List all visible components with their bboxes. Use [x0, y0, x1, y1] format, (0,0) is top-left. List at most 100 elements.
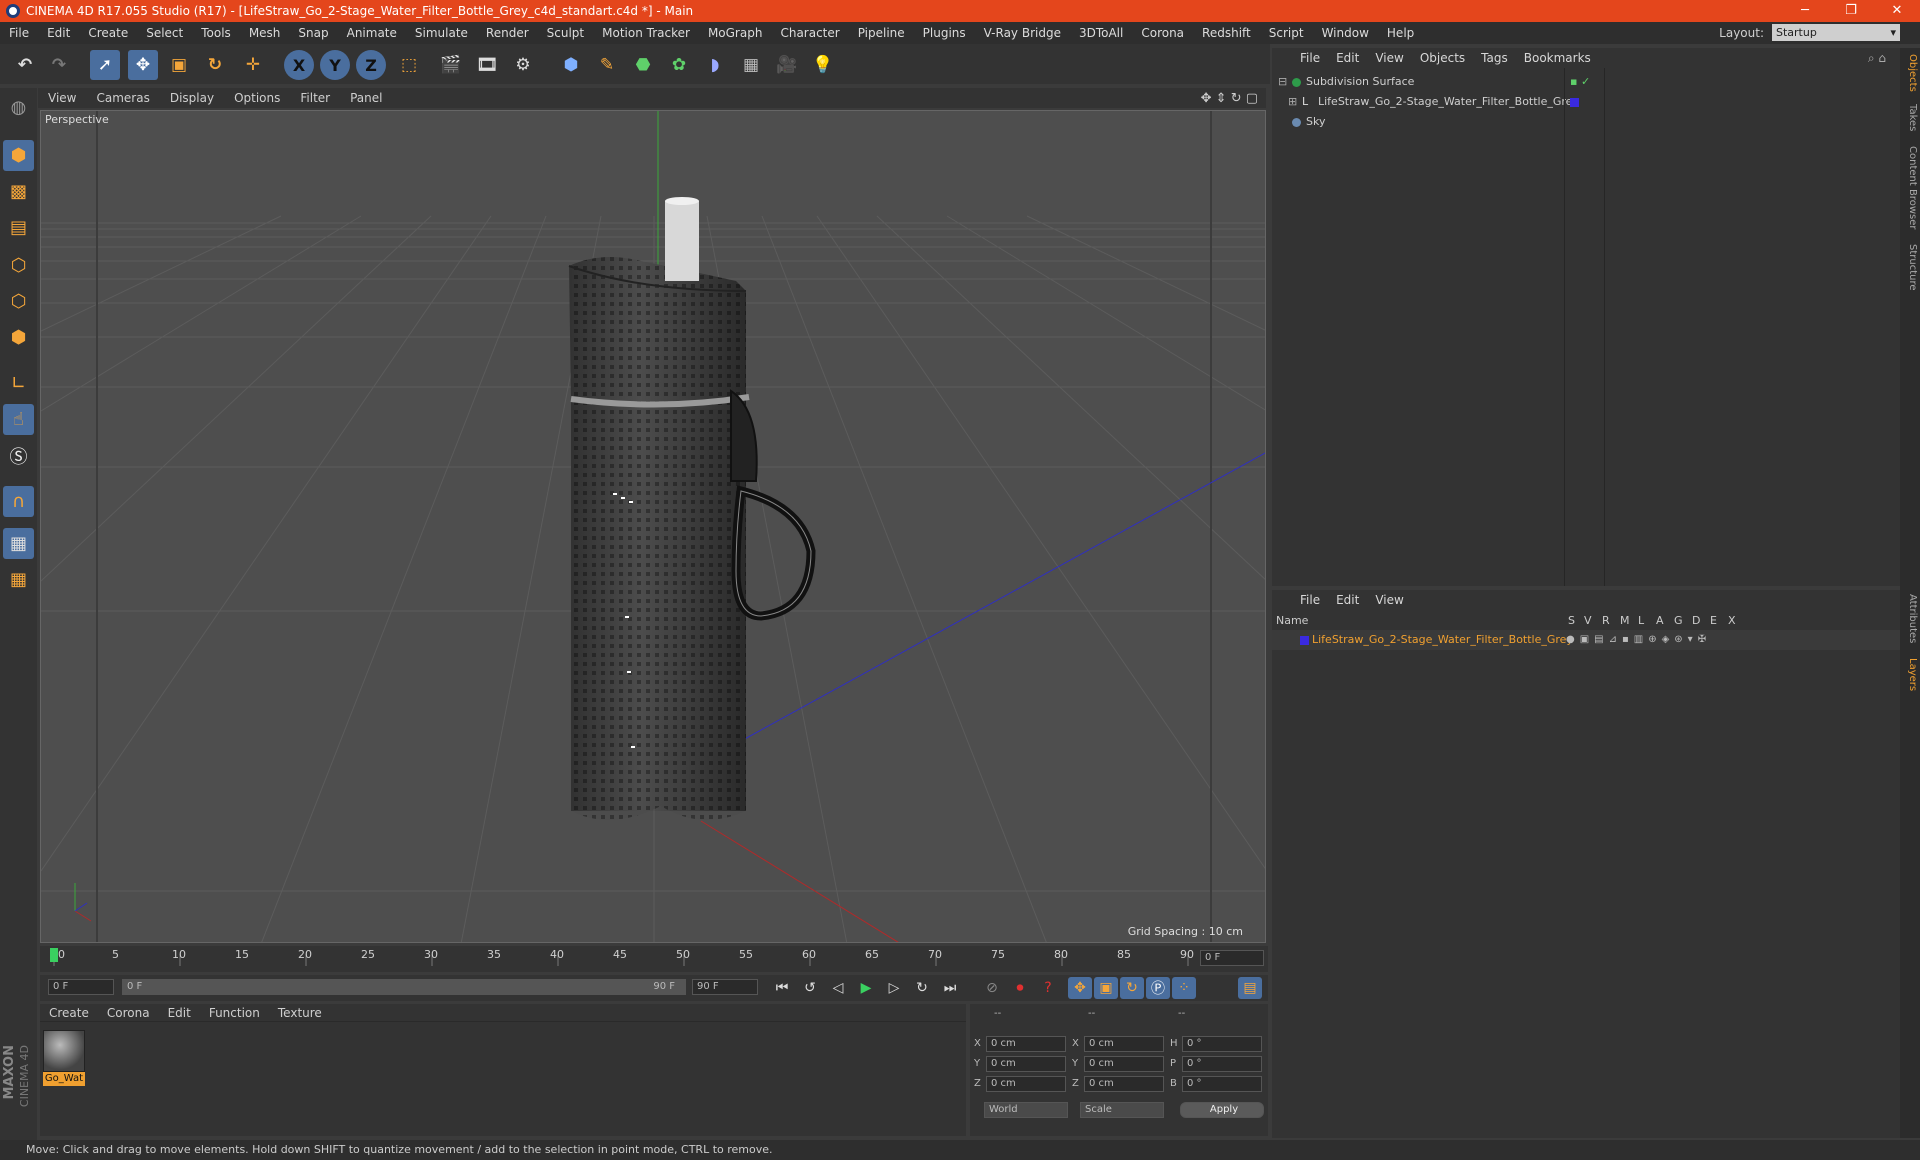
- collapse-icon[interactable]: ⊟: [1278, 72, 1287, 92]
- select-icon[interactable]: ➚: [90, 50, 120, 80]
- array-icon[interactable]: ✿: [664, 50, 694, 80]
- next-key-icon[interactable]: ↻: [910, 977, 934, 999]
- size-x-field[interactable]: 0 cm: [1084, 1036, 1164, 1052]
- edit-render-settings-icon[interactable]: ⚙: [508, 50, 538, 80]
- perspective-viewport[interactable]: Perspective Grid Spacing : 10 cm: [40, 110, 1266, 943]
- go-to-start-icon[interactable]: ⏮: [770, 977, 794, 999]
- material-menu-create[interactable]: Create: [40, 1006, 98, 1020]
- layers-menu-view[interactable]: View: [1367, 593, 1411, 607]
- floor-icon[interactable]: ▦: [736, 50, 766, 80]
- material-menu-edit[interactable]: Edit: [159, 1006, 200, 1020]
- objects-menu-file[interactable]: File: [1292, 51, 1328, 65]
- viewport-menu-display[interactable]: Display: [160, 91, 224, 105]
- y-axis-icon[interactable]: Y: [320, 50, 350, 80]
- magnet-icon[interactable]: ∩: [3, 486, 34, 517]
- x-axis-icon[interactable]: X: [284, 50, 314, 80]
- previous-frame-icon[interactable]: ◁: [826, 977, 850, 999]
- tab-layers[interactable]: Layers: [1902, 658, 1918, 691]
- camera-icon[interactable]: 🎥: [772, 50, 802, 80]
- menu-snap[interactable]: Snap: [289, 26, 337, 40]
- material-menu-texture[interactable]: Texture: [269, 1006, 331, 1020]
- layer-name[interactable]: LifeStraw_Go_2-Stage_Water_Filter_Bottle…: [1312, 630, 1573, 650]
- frame-range-slider[interactable]: 0 F 90 F: [122, 979, 686, 995]
- z-axis-icon[interactable]: Z: [356, 50, 386, 80]
- menu-simulate[interactable]: Simulate: [406, 26, 477, 40]
- menu-vray-bridge[interactable]: V-Ray Bridge: [975, 26, 1070, 40]
- coordinate-mode-dropdown[interactable]: World: [984, 1102, 1068, 1118]
- viewport-menu-cameras[interactable]: Cameras: [86, 91, 159, 105]
- tab-attributes[interactable]: Attributes: [1902, 594, 1918, 643]
- tab-objects[interactable]: Objects: [1902, 54, 1918, 92]
- model-mode-icon[interactable]: ⬢: [3, 140, 34, 171]
- pos-y-field[interactable]: 0 cm: [986, 1056, 1066, 1072]
- object-row-subdivision[interactable]: ⊟ Subdivision Surface ▪ ✓: [1272, 72, 1900, 92]
- pos-z-field[interactable]: 0 cm: [986, 1076, 1066, 1092]
- previous-key-icon[interactable]: ↺: [798, 977, 822, 999]
- auto-key-icon[interactable]: ?: [1036, 977, 1060, 999]
- points-mode-icon[interactable]: ⬡: [3, 250, 34, 281]
- size-z-field[interactable]: 0 cm: [1084, 1076, 1164, 1092]
- make-editable-icon[interactable]: ◍: [3, 92, 34, 123]
- menu-select[interactable]: Select: [137, 26, 192, 40]
- edges-mode-icon[interactable]: ⬡: [3, 286, 34, 317]
- objects-menu-edit[interactable]: Edit: [1328, 51, 1367, 65]
- material-swatch[interactable]: Go_Wat: [43, 1030, 85, 1086]
- polygons-mode-icon[interactable]: ⬢: [3, 322, 34, 353]
- snap-icon[interactable]: Ⓢ: [3, 440, 34, 471]
- maximize-button[interactable]: ❐: [1828, 0, 1874, 22]
- menu-redshift[interactable]: Redshift: [1193, 26, 1260, 40]
- go-to-end-icon[interactable]: ⏭: [938, 977, 962, 999]
- visibility-check-icon[interactable]: ▪ ✓: [1570, 72, 1590, 92]
- apply-button[interactable]: Apply: [1180, 1102, 1264, 1118]
- viewport-menu-options[interactable]: Options: [224, 91, 290, 105]
- objects-menu-view[interactable]: View: [1367, 51, 1411, 65]
- key-position-icon[interactable]: ✥: [1068, 977, 1092, 999]
- subdivision-icon[interactable]: ⬣: [628, 50, 658, 80]
- menu-corona[interactable]: Corona: [1132, 26, 1193, 40]
- lock-workplane-icon[interactable]: ▦: [3, 528, 34, 559]
- menu-script[interactable]: Script: [1260, 26, 1313, 40]
- objects-menu-tags[interactable]: Tags: [1473, 51, 1516, 65]
- start-frame-field[interactable]: 0 F: [48, 979, 114, 995]
- menu-tools[interactable]: Tools: [192, 26, 240, 40]
- search-icon[interactable]: ⌕ ⌂: [1868, 51, 1900, 66]
- scale-icon[interactable]: ▣: [164, 50, 194, 80]
- viewport-menu-panel[interactable]: Panel: [340, 91, 392, 105]
- viewport-menu-view[interactable]: View: [38, 91, 86, 105]
- pos-x-field[interactable]: 0 cm: [986, 1036, 1066, 1052]
- rot-p-field[interactable]: 0 °: [1182, 1056, 1262, 1072]
- pen-icon[interactable]: ✎: [592, 50, 622, 80]
- current-frame-field[interactable]: 0 F: [1200, 950, 1264, 966]
- rotate-icon[interactable]: ↻: [200, 50, 230, 80]
- minimize-button[interactable]: ─: [1782, 0, 1828, 22]
- workplane-axis-icon[interactable]: ▦: [3, 564, 34, 595]
- timeline-ruler[interactable]: 0 5 10 15 20 25 30 35 40 45 50 55 60 65 …: [40, 946, 1268, 972]
- move-icon[interactable]: ✥: [128, 50, 158, 80]
- material-menu-function[interactable]: Function: [200, 1006, 269, 1020]
- size-mode-dropdown[interactable]: Scale: [1080, 1102, 1164, 1118]
- tab-content-browser[interactable]: Content Browser: [1902, 146, 1918, 229]
- objects-menu-bookmarks[interactable]: Bookmarks: [1516, 51, 1599, 65]
- rot-b-field[interactable]: 0 °: [1182, 1076, 1262, 1092]
- menu-motion-tracker[interactable]: Motion Tracker: [593, 26, 699, 40]
- menu-create[interactable]: Create: [79, 26, 137, 40]
- bottle-model[interactable]: [568, 197, 816, 820]
- viewport-nav-icons[interactable]: ✥ ⇕ ↻ ▢: [1201, 91, 1266, 106]
- size-y-field[interactable]: 0 cm: [1084, 1056, 1164, 1072]
- layer-row[interactable]: LifeStraw_Go_2-Stage_Water_Filter_Bottle…: [1272, 630, 1900, 650]
- light-icon[interactable]: 💡: [808, 50, 838, 80]
- menu-window[interactable]: Window: [1313, 26, 1378, 40]
- objects-menu-objects[interactable]: Objects: [1412, 51, 1473, 65]
- key-scale-icon[interactable]: ▣: [1094, 977, 1118, 999]
- layers-menu-file[interactable]: File: [1292, 593, 1328, 607]
- layer-toggle-icons[interactable]: ●▣▤⊿▪▥⊕◈⊛▾✠: [1566, 630, 1711, 650]
- menu-help[interactable]: Help: [1378, 26, 1423, 40]
- close-button[interactable]: ✕: [1874, 0, 1920, 22]
- viewport-menu-filter[interactable]: Filter: [290, 91, 340, 105]
- move-axis-icon[interactable]: ✛: [238, 50, 268, 80]
- key-parameter-icon[interactable]: Ⓟ: [1146, 977, 1170, 999]
- keyframe-selection-icon[interactable]: ⊘: [980, 977, 1004, 999]
- menu-character[interactable]: Character: [771, 26, 848, 40]
- object-row-sky[interactable]: Sky: [1272, 112, 1900, 132]
- cube-icon[interactable]: ⬢: [556, 50, 586, 80]
